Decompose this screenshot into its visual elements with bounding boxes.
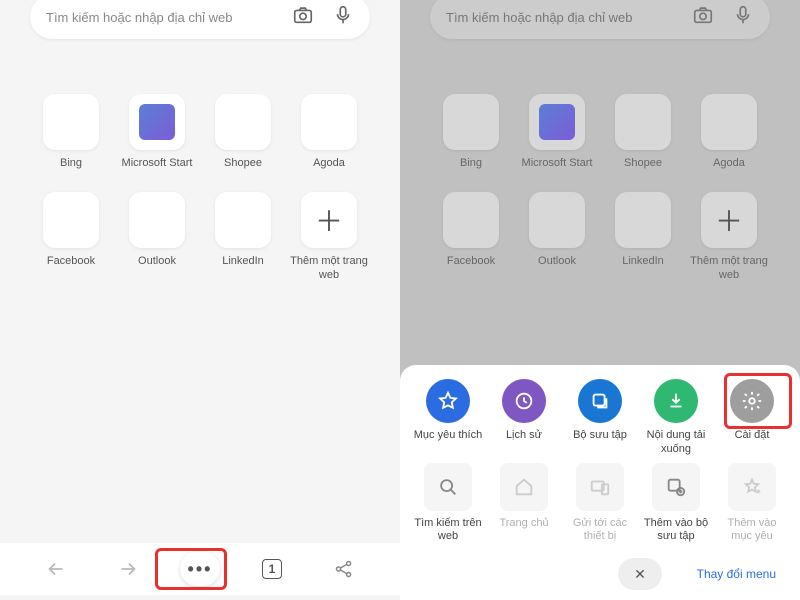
tabs-button[interactable]: 1 <box>252 549 292 589</box>
tile-bing[interactable]: Bing <box>30 94 112 184</box>
menu-favorites[interactable]: Mục yêu thích <box>412 379 484 457</box>
tile-agoda[interactable]: Agoda <box>288 94 370 184</box>
plus-icon: ＋ <box>301 192 357 248</box>
more-button[interactable]: ••• <box>180 549 220 589</box>
menu-downloads[interactable]: Nội dung tải xuống <box>640 379 712 457</box>
tile-microsoft-start[interactable]: Microsoft Start <box>116 94 198 184</box>
share-button[interactable] <box>324 549 364 589</box>
tile-shopee[interactable]: Shopee <box>202 94 284 184</box>
sheet-footer: ✕ Thay đổi menu <box>410 550 790 594</box>
menu-settings[interactable]: Cài đặt <box>716 379 788 457</box>
home-screen-dimmed: Tìm kiếm hoặc nhập địa chỉ web Bing Micr… <box>400 0 800 600</box>
devices-icon <box>576 463 624 511</box>
close-sheet-button[interactable]: ✕ <box>618 558 662 590</box>
back-button[interactable] <box>36 549 76 589</box>
forward-button[interactable] <box>108 549 148 589</box>
collection-icon <box>578 379 622 423</box>
camera-icon[interactable] <box>292 4 314 31</box>
tile-add-page[interactable]: ＋Thêm một trang web <box>288 192 370 283</box>
home-icon <box>500 463 548 511</box>
menu-row-2: Tìm kiếm trên web Trang chủ Gửi tới các … <box>410 463 790 545</box>
search-icon <box>424 463 472 511</box>
speed-dial-grid-dim: Bing Microsoft Start Shopee Agoda Facebo… <box>400 44 800 283</box>
add-star-icon <box>728 463 776 511</box>
menu-row-1: Mục yêu thích Lịch sử Bộ sưu tập Nội dun… <box>410 379 790 457</box>
more-icon: ••• <box>180 552 220 586</box>
search-bar-dim: Tìm kiếm hoặc nhập địa chỉ web <box>430 0 770 39</box>
camera-icon <box>692 4 714 31</box>
menu-search-web[interactable]: Tìm kiếm trên web <box>412 463 484 545</box>
download-icon <box>654 379 698 423</box>
tile-linkedin[interactable]: LinkedIn <box>202 192 284 283</box>
history-icon <box>502 379 546 423</box>
mic-icon <box>732 4 754 31</box>
tile-facebook[interactable]: Facebook <box>30 192 112 283</box>
menu-send-devices[interactable]: Gửi tới các thiết bị <box>564 463 636 545</box>
overflow-menu-sheet: Mục yêu thích Lịch sử Bộ sưu tập Nội dun… <box>400 365 800 600</box>
menu-history[interactable]: Lịch sử <box>488 379 560 457</box>
star-icon <box>426 379 470 423</box>
menu-collections[interactable]: Bộ sưu tập <box>564 379 636 457</box>
menu-add-favorite[interactable]: Thêm vào mục yêu <box>716 463 788 545</box>
msstart-icon <box>139 104 175 140</box>
gear-icon <box>730 379 774 423</box>
tile-outlook[interactable]: Outlook <box>116 192 198 283</box>
change-menu-link[interactable]: Thay đổi menu <box>697 567 776 581</box>
home-screen: Tìm kiếm hoặc nhập địa chỉ web Bing Micr… <box>0 0 400 600</box>
menu-add-collection[interactable]: Thêm vào bộ sưu tập <box>640 463 712 545</box>
close-icon: ✕ <box>634 566 646 583</box>
mic-icon[interactable] <box>332 4 354 31</box>
search-bar[interactable]: Tìm kiếm hoặc nhập địa chỉ web <box>30 0 370 39</box>
bottom-toolbar: ••• 1 <box>0 543 400 595</box>
menu-home[interactable]: Trang chủ <box>488 463 560 545</box>
add-collection-icon <box>652 463 700 511</box>
search-placeholder: Tìm kiếm hoặc nhập địa chỉ web <box>46 10 292 25</box>
speed-dial-grid: Bing Microsoft Start Shopee Agoda Facebo… <box>0 44 400 283</box>
